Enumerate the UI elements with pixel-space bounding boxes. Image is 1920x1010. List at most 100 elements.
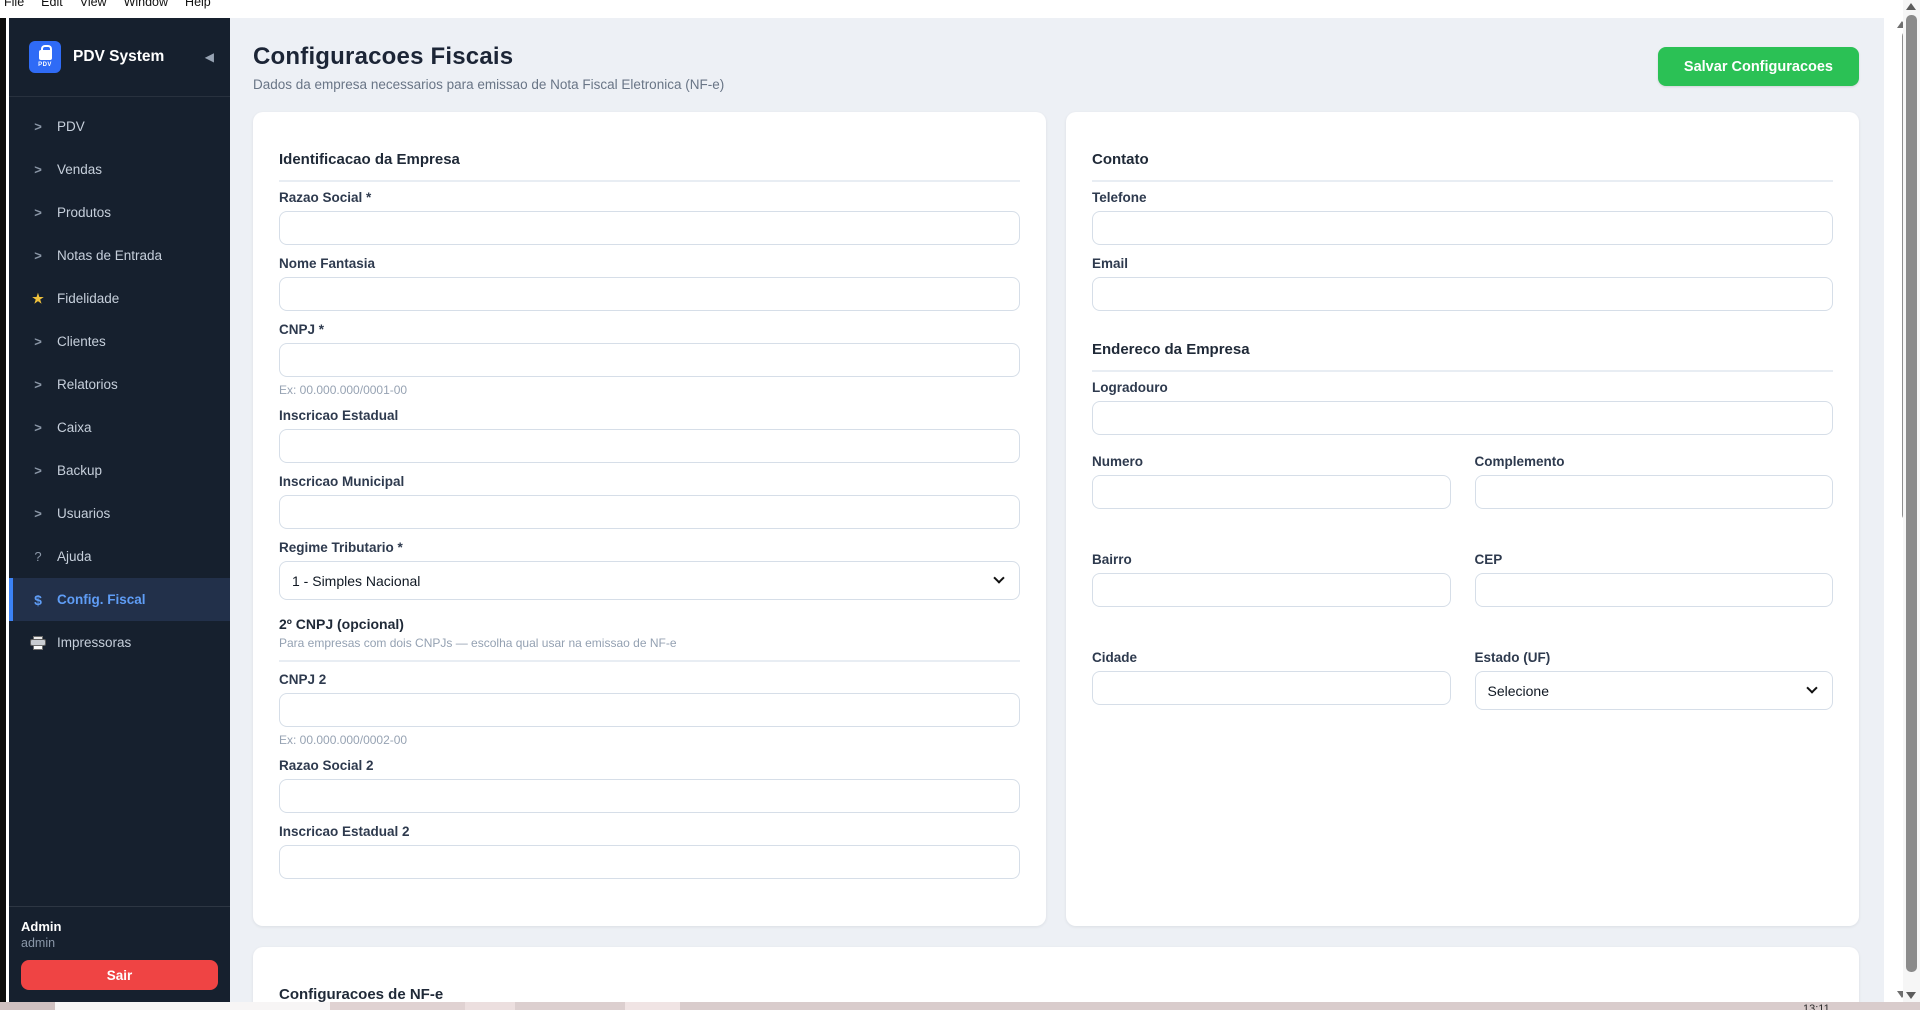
chevron-right-icon: [29, 463, 47, 478]
inscricao-municipal-input[interactable]: [279, 495, 1020, 529]
sidebar-item-caixa[interactable]: Caixa: [9, 406, 230, 449]
save-configurations-button[interactable]: Salvar Configuracoes: [1658, 47, 1859, 86]
sidebar-nav: PDV Vendas Produtos Notas de Entrada Fid…: [9, 97, 230, 906]
collapse-left-icon[interactable]: [205, 50, 214, 64]
complemento-label: Complemento: [1475, 454, 1834, 469]
shopping-bag-icon: [39, 50, 52, 60]
regime-tributario-field: Regime Tributario * 1 - Simples Nacional: [279, 540, 1020, 600]
razao-social2-label: Razao Social 2: [279, 758, 1020, 773]
scroll-down-icon[interactable]: [1906, 992, 1916, 999]
cnpj2-hint: Ex: 00.000.000/0002-00: [279, 733, 1020, 747]
menu-file[interactable]: File: [4, 0, 24, 11]
razao-social2-field: Razao Social 2: [279, 758, 1020, 813]
estado-select[interactable]: Selecione: [1475, 671, 1834, 710]
estado-field: Estado (UF) Selecione: [1475, 642, 1834, 710]
chevron-right-icon: [29, 119, 47, 134]
user-name: Admin: [21, 919, 218, 934]
sidebar-item-backup[interactable]: Backup: [9, 449, 230, 492]
inscricao-estadual-label: Inscricao Estadual: [279, 408, 1020, 423]
app-title: PDV System: [73, 48, 193, 66]
sidebar-item-notas-de-entrada[interactable]: Notas de Entrada: [9, 234, 230, 277]
cnpj-label: CNPJ *: [279, 322, 1020, 337]
company-identification-card: Identificacao da Empresa Razao Social * …: [253, 112, 1046, 926]
email-input[interactable]: [1092, 277, 1833, 311]
chevron-right-icon: [29, 248, 47, 263]
sidebar-item-pdv[interactable]: PDV: [9, 105, 230, 148]
menu-window[interactable]: Window: [124, 0, 168, 11]
cep-field: CEP: [1475, 544, 1834, 607]
menu-edit[interactable]: Edit: [41, 0, 63, 11]
sidebar-item-config-fiscal[interactable]: Config. Fiscal: [9, 578, 230, 621]
section-title-identificacao: Identificacao da Empresa: [279, 151, 1020, 182]
contact-address-card: Contato Telefone Email Endereco da Empre…: [1066, 112, 1859, 926]
user-role: admin: [21, 936, 218, 950]
page-subtitle: Dados da empresa necessarios para emissa…: [253, 77, 1859, 92]
os-menubar: File Edit View Window Help: [0, 0, 1903, 18]
nome-fantasia-input[interactable]: [279, 277, 1020, 311]
sidebar-item-vendas[interactable]: Vendas: [9, 148, 230, 191]
razao-social-input[interactable]: [279, 211, 1020, 245]
cep-input[interactable]: [1475, 573, 1834, 607]
inscricao-estadual2-field: Inscricao Estadual 2: [279, 824, 1020, 879]
razao-social-label: Razao Social *: [279, 190, 1020, 205]
chevron-right-icon: [29, 205, 47, 220]
logradouro-input[interactable]: [1092, 401, 1833, 435]
star-icon: [29, 291, 47, 307]
scroll-up-icon[interactable]: [1906, 3, 1916, 10]
numero-input[interactable]: [1092, 475, 1451, 509]
email-field: Email: [1092, 256, 1833, 311]
menu-help[interactable]: Help: [185, 0, 211, 11]
bairro-label: Bairro: [1092, 552, 1451, 567]
sidebar-footer: Admin admin Sair: [9, 906, 230, 1002]
window-scrollbar[interactable]: [1903, 0, 1920, 1002]
regime-tributario-label: Regime Tributario *: [279, 540, 1020, 555]
telefone-input[interactable]: [1092, 211, 1833, 245]
logradouro-field: Logradouro: [1092, 380, 1833, 435]
inscricao-estadual2-input[interactable]: [279, 845, 1020, 879]
chevron-right-icon: [29, 377, 47, 392]
cnpj-input[interactable]: [279, 343, 1020, 377]
email-label: Email: [1092, 256, 1833, 271]
sidebar-item-fidelidade[interactable]: Fidelidade: [9, 277, 230, 320]
chevron-down-icon: [993, 572, 1004, 583]
taskbar-segment: [465, 1002, 515, 1010]
chevron-right-icon: [29, 506, 47, 521]
window-scrollbar-thumb[interactable]: [1906, 15, 1917, 972]
nome-fantasia-label: Nome Fantasia: [279, 256, 1020, 271]
cnpj2-input[interactable]: [279, 693, 1020, 727]
sidebar-item-ajuda[interactable]: Ajuda: [9, 535, 230, 578]
sidebar-item-impressoras[interactable]: Impressoras: [9, 621, 230, 664]
taskbar-segment: [625, 1002, 680, 1010]
razao-social-field: Razao Social *: [279, 190, 1020, 245]
sidebar-item-clientes[interactable]: Clientes: [9, 320, 230, 363]
logout-button[interactable]: Sair: [21, 960, 218, 990]
second-cnpj-title: 2º CNPJ (opcional): [279, 616, 1020, 632]
numero-field: Numero: [1092, 446, 1451, 509]
page-header: Configuracoes Fiscais Dados da empresa n…: [253, 43, 1859, 92]
section-title-contato: Contato: [1092, 151, 1833, 182]
taskbar-clock: 13:11: [1803, 1003, 1830, 1010]
chevron-right-icon: [29, 420, 47, 435]
dollar-icon: [29, 592, 47, 608]
sidebar-item-relatorios[interactable]: Relatorios: [9, 363, 230, 406]
sidebar-header: PDV PDV System: [9, 18, 230, 97]
chevron-down-icon: [1806, 682, 1817, 693]
numero-label: Numero: [1092, 454, 1451, 469]
logo-caption: PDV: [38, 62, 52, 68]
cidade-input[interactable]: [1092, 671, 1451, 705]
regime-tributario-select[interactable]: 1 - Simples Nacional: [279, 561, 1020, 600]
chevron-right-icon: [29, 162, 47, 177]
telefone-label: Telefone: [1092, 190, 1833, 205]
menu-view[interactable]: View: [80, 0, 107, 11]
bairro-input[interactable]: [1092, 573, 1451, 607]
bairro-field: Bairro: [1092, 544, 1451, 607]
razao-social2-input[interactable]: [279, 779, 1020, 813]
nfe-configurations-card: Configuracoes de NF-e: [253, 947, 1859, 1002]
complemento-field: Complemento: [1475, 446, 1834, 509]
taskbar-strip: 13:11: [0, 1002, 1920, 1010]
sidebar-item-usuarios[interactable]: Usuarios: [9, 492, 230, 535]
complemento-input[interactable]: [1475, 475, 1834, 509]
inscricao-estadual-input[interactable]: [279, 429, 1020, 463]
sidebar-item-produtos[interactable]: Produtos: [9, 191, 230, 234]
cards-row: Identificacao da Empresa Razao Social * …: [253, 112, 1859, 926]
